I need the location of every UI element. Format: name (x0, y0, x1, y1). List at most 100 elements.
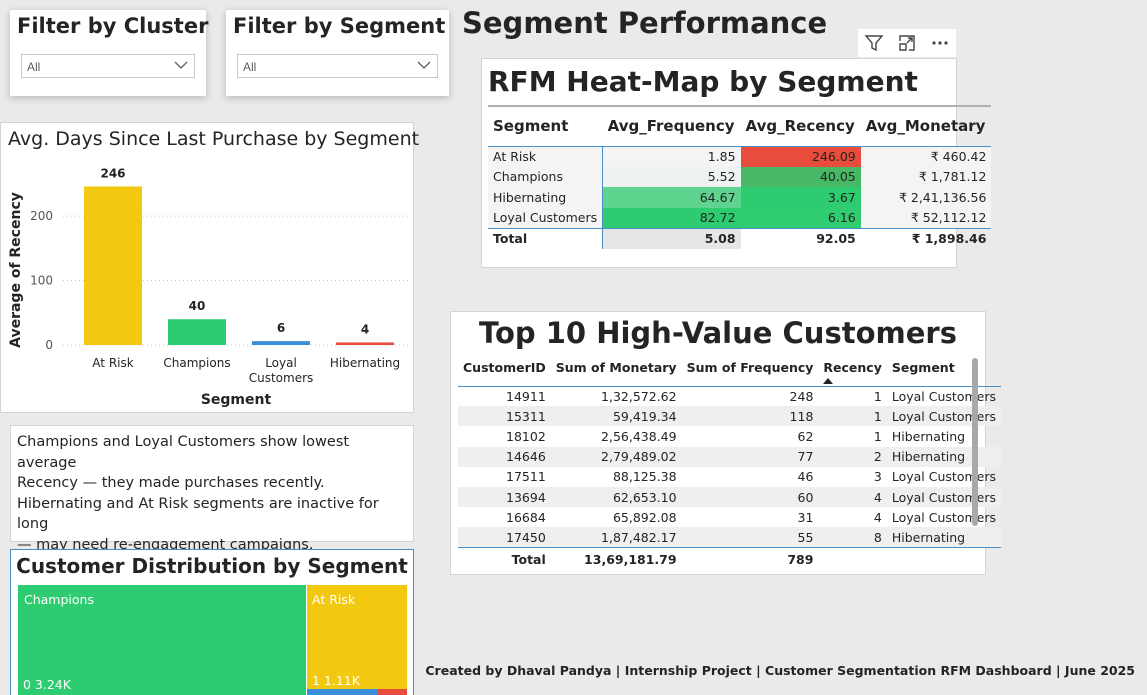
cell-segment: Hibernating (886, 527, 1001, 548)
treemap-tile-champions[interactable]: Champions 0 3.24K (18, 585, 306, 695)
cell-monetary: 62,653.10 (550, 486, 682, 508)
x-tick-label: At Risk (92, 356, 133, 370)
table-row[interactable]: 16684 65,892.08 31 4 Loyal Customers (458, 507, 1001, 527)
top10-col-recency[interactable]: Recency (818, 356, 887, 387)
cell-recency: 3 (873, 469, 882, 485)
rfm-heatmap-card: RFM Heat-Map by Segment Segment Avg_Freq… (481, 58, 992, 268)
heatmap-total-recency: 92.05 (740, 227, 861, 249)
cell-segment: Hibernating (891, 428, 966, 444)
heatmap-col-frequency[interactable]: Avg_Frequency (602, 105, 741, 147)
heatmap-cell-monetary: ₹ 460.42 (860, 146, 992, 167)
heatmap-row[interactable]: Champions 5.52 40.05 ₹ 1,781.12 (488, 166, 992, 187)
table-row[interactable]: 17511 88,125.38 46 3 Loyal Customers (458, 467, 1001, 487)
heatmap-col-recency[interactable]: Avg_Recency (740, 105, 861, 147)
cell-recency: 2 (818, 446, 887, 467)
insight-line: Recency — they made purchases recently. (17, 475, 325, 491)
top10-scrollbar[interactable] (972, 358, 978, 526)
table-row[interactable]: 13694 62,653.10 60 4 Loyal Customers (458, 486, 1001, 508)
cluster-dropdown-value: All (27, 60, 41, 74)
cell-recency: 1 (818, 406, 887, 427)
cluster-slicer-title: Filter by Cluster (17, 14, 209, 38)
cell-segment: Loyal Customers (886, 406, 1001, 427)
segment-dropdown[interactable]: All (237, 54, 438, 78)
cell-customerid: 15311 (458, 406, 551, 427)
heatmap-cell-frequency: 64.67 (602, 187, 741, 208)
cell-customerid: 16684 (506, 509, 546, 525)
insight-text: Champions and Loyal Customers show lowes… (17, 432, 407, 555)
table-row[interactable]: 17450 1,87,482.17 55 8 Hibernating (458, 527, 1001, 548)
y-axis-title: Average of Recency (8, 192, 24, 348)
heatmap-row[interactable]: Hibernating 64.67 3.67 ₹ 2,41,136.56 (488, 187, 992, 208)
data-label: 246 (100, 166, 125, 180)
bar-at-risk[interactable] (84, 186, 142, 345)
table-row[interactable]: 18102 2,56,438.49 62 1 Hibernating (458, 426, 1001, 446)
recency-bar-chart: Avg. Days Since Last Purchase by Segment… (0, 122, 419, 413)
segment-slicer-title: Filter by Segment (233, 14, 446, 38)
cell-frequency: 55 (681, 527, 819, 548)
treemap-tile-small-red[interactable] (377, 689, 407, 695)
cell-frequency: 60 (681, 486, 819, 508)
chevron-down-icon (417, 61, 431, 69)
data-label: 6 (277, 321, 285, 335)
insight-line: Hibernating and At Risk segments are ina… (17, 495, 379, 533)
heatmap-row[interactable]: At Risk 1.85 246.09 ₹ 460.42 (488, 146, 992, 167)
table-row[interactable]: 14911 1,32,572.62 248 1 Loyal Customers (458, 386, 1001, 406)
heatmap-cell-recency: 40.05 (740, 166, 861, 187)
top10-col-monetary[interactable]: Sum of Monetary (550, 356, 682, 387)
cluster-dropdown[interactable]: All (21, 54, 195, 78)
top10-col-customerid[interactable]: CustomerID (458, 356, 551, 387)
treemap-tile-name: Champions (24, 592, 94, 607)
segment-treemap-card: Customer Distribution by Segment Champio… (10, 549, 414, 695)
cell-monetary: 1,87,482.17 (550, 527, 682, 548)
treemap-tile-small-blue[interactable] (307, 689, 377, 695)
heatmap-cell-recency: 246.09 (740, 146, 861, 167)
visual-header-toolbar (858, 29, 956, 57)
data-label: 4 (361, 322, 369, 336)
heatmap-col-monetary[interactable]: Avg_Monetary (860, 105, 992, 147)
top10-header-row: CustomerID Sum of Monetary Sum of Freque… (458, 356, 1001, 387)
bar-champions[interactable] (168, 319, 226, 345)
cell-recency: 1 (873, 388, 882, 404)
cell-customerid: 14646 (458, 446, 551, 467)
cell-recency: 4 (873, 509, 882, 525)
data-label: 40 (189, 299, 206, 313)
cell-recency: 4 (818, 486, 887, 508)
insight-line: Champions and Loyal Customers show lowes… (17, 434, 350, 471)
cell-customerid: 14911 (506, 388, 546, 404)
cell-monetary: 59,419.34 (550, 406, 682, 427)
cell-segment: Loyal Customers (886, 486, 1001, 508)
top10-total-row: Total 13,69,181.79 789 (458, 547, 1001, 572)
treemap-tile-name: At Risk (312, 592, 356, 607)
segment-slicer: Filter by Segment All (226, 10, 449, 96)
filter-icon[interactable] (863, 32, 885, 54)
cell-frequency: 77 (681, 446, 819, 467)
x-tick-label: Champions (163, 356, 230, 370)
top10-col-segment[interactable]: Segment (886, 356, 1001, 387)
footer-credits: Created by Dhaval Pandya | Internship Pr… (425, 663, 1135, 678)
heatmap-cell-segment: Hibernating (488, 187, 603, 208)
top10-col-frequency[interactable]: Sum of Frequency (681, 356, 819, 387)
cell-segment: Loyal Customers (891, 469, 996, 485)
treemap-tile-value: 0 3.24K (23, 677, 71, 692)
heatmap-row[interactable]: Loyal Customers 82.72 6.16 ₹ 52,112.12 (488, 207, 992, 228)
cell-monetary: 88,125.38 (612, 469, 677, 485)
bar-hibernating[interactable] (336, 342, 394, 345)
treemap-tile-at-risk[interactable]: At Risk 1 1.11K (307, 585, 407, 689)
heatmap-total-label: Total (488, 227, 603, 249)
rfm-heatmap-table: Segment Avg_Frequency Avg_Recency Avg_Mo… (488, 105, 992, 249)
top10-customers-card: Top 10 High-Value Customers CustomerID S… (450, 311, 1001, 575)
x-axis-title: Segment (201, 392, 272, 408)
x-tick-label: Hibernating (330, 356, 400, 370)
cell-recency: 8 (818, 527, 887, 548)
sort-desc-icon (823, 378, 834, 384)
heatmap-cell-frequency: 5.52 (602, 166, 741, 187)
heatmap-col-segment[interactable]: Segment (488, 105, 603, 147)
table-row[interactable]: 14646 2,79,489.02 77 2 Hibernating (458, 446, 1001, 467)
heatmap-header-row: Segment Avg_Frequency Avg_Recency Avg_Mo… (488, 105, 992, 147)
heatmap-cell-segment: Champions (488, 166, 603, 187)
focus-mode-icon[interactable] (896, 32, 918, 54)
more-options-icon[interactable] (929, 32, 951, 54)
table-row[interactable]: 15311 59,419.34 118 1 Loyal Customers (458, 406, 1001, 427)
heatmap-total-row: Total 5.08 92.05 ₹ 1,898.46 (488, 227, 992, 249)
bar-loyal-customers[interactable] (252, 341, 310, 345)
